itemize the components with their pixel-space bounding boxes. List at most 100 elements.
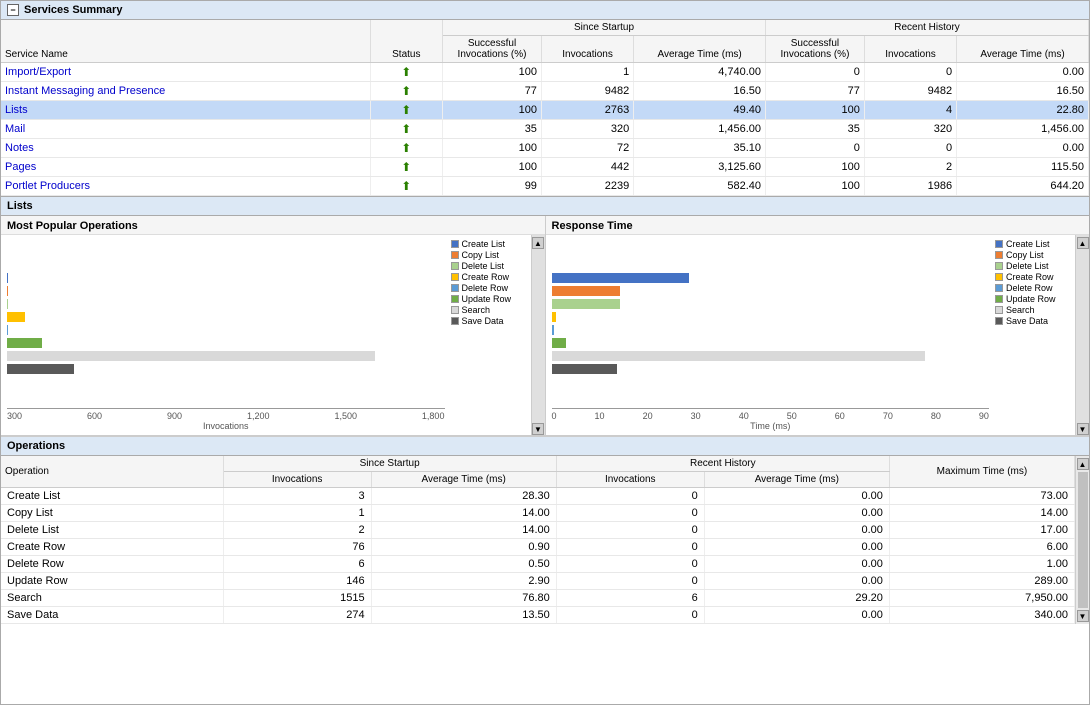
chart-bar-row	[552, 285, 990, 297]
chart-bar-row	[552, 324, 990, 336]
ops-cell: 1.00	[889, 556, 1074, 573]
popular-ops-area: 3006009001,2001,5001,800 Invocations	[5, 239, 447, 431]
ops-cell: 340.00	[889, 607, 1074, 624]
charts-row: Most Popular Operations 3006009001,2001,…	[1, 216, 1089, 436]
legend-color	[451, 251, 459, 259]
ops-cell: 7,950.00	[889, 590, 1074, 607]
service-cell: 100	[443, 101, 542, 120]
service-cell: 77	[443, 82, 542, 101]
ops-cell: 1	[223, 505, 371, 522]
operations-table: Operation Since Startup Recent History M…	[1, 456, 1075, 624]
legend-color	[451, 306, 459, 314]
ops-cell: 0	[556, 607, 704, 624]
chart-bar-row	[552, 272, 990, 284]
legend-label: Copy List	[1006, 250, 1044, 260]
ops-cell: 0	[556, 539, 704, 556]
service-row[interactable]: Import/Export⬆10014,740.00000.00	[1, 63, 1089, 82]
service-link[interactable]: Mail	[5, 123, 25, 135]
service-link[interactable]: Portlet Producers	[5, 180, 90, 192]
response-time-bars	[550, 239, 992, 408]
service-row[interactable]: Instant Messaging and Presence⬆77948216.…	[1, 82, 1089, 101]
scroll-down-btn[interactable]: ▼	[532, 423, 544, 435]
x-tick: 900	[167, 411, 182, 421]
response-time-scrollbar[interactable]: ▲ ▼	[1075, 235, 1089, 435]
ops-cell: 0	[556, 556, 704, 573]
ops-cell: 0	[556, 488, 704, 505]
service-cell: 3,125.60	[634, 158, 766, 177]
ops-cell: 6	[556, 590, 704, 607]
service-row[interactable]: Notes⬆1007235.10000.00	[1, 139, 1089, 158]
x-tick: 30	[691, 411, 701, 421]
ops-scroll-down[interactable]: ▼	[1077, 610, 1089, 622]
ops-cell: 0.00	[704, 539, 889, 556]
chart-bar	[552, 325, 554, 335]
ops-cell: 14.00	[371, 522, 556, 539]
response-time-xlabel: Time (ms)	[550, 421, 992, 431]
popular-ops-scrollbar[interactable]: ▲ ▼	[531, 235, 545, 435]
legend-item: Create List	[451, 239, 527, 249]
legend-item: Search	[995, 305, 1071, 315]
service-cell: 0	[766, 63, 865, 82]
legend-color	[995, 284, 1003, 292]
service-cell: 0.00	[957, 63, 1089, 82]
chart-bar	[552, 364, 618, 374]
service-link[interactable]: Notes	[5, 142, 34, 154]
chart-bar-row	[7, 298, 445, 310]
operations-table-wrapper[interactable]: Operation Since Startup Recent History M…	[1, 456, 1075, 624]
ops-cell: 14.00	[889, 505, 1074, 522]
service-cell: 72	[541, 139, 633, 158]
legend-label: Create List	[1006, 239, 1050, 249]
response-time-area: 0102030405060708090 Time (ms)	[550, 239, 992, 431]
response-time-legend: Create ListCopy ListDelete ListCreate Ro…	[991, 239, 1071, 431]
service-row[interactable]: Lists⬆100276349.40100422.80	[1, 101, 1089, 120]
legend-label: Create Row	[462, 272, 510, 282]
lists-section-header: Lists	[1, 197, 1089, 216]
ops-cell: 0	[556, 573, 704, 590]
services-summary-header: − Services Summary	[1, 1, 1089, 20]
legend-label: Delete List	[1006, 261, 1049, 271]
service-cell: 100	[766, 158, 865, 177]
resp-scroll-up-btn[interactable]: ▲	[1077, 237, 1089, 249]
ops-row: Delete List214.0000.0017.00	[1, 522, 1075, 539]
service-link[interactable]: Import/Export	[5, 66, 71, 78]
chart-bar-row	[7, 272, 445, 284]
legend-color	[995, 251, 1003, 259]
operations-header: Operations	[1, 437, 1089, 456]
ops-col-max-time: Maximum Time (ms)	[889, 456, 1074, 488]
service-cell: 100	[766, 101, 865, 120]
service-row[interactable]: Pages⬆1004423,125.601002115.50	[1, 158, 1089, 177]
service-link[interactable]: Lists	[5, 104, 28, 116]
legend-color	[451, 262, 459, 270]
service-status: ⬆	[370, 101, 443, 120]
chart-bar	[552, 351, 925, 361]
legend-color	[995, 306, 1003, 314]
legend-item: Delete Row	[451, 283, 527, 293]
ops-cell: 14.00	[371, 505, 556, 522]
service-row[interactable]: Mail⬆353201,456.00353201,456.00	[1, 120, 1089, 139]
legend-color	[451, 295, 459, 303]
collapse-icon[interactable]: −	[7, 4, 19, 16]
legend-item: Search	[451, 305, 527, 315]
ops-col-recent-history: Recent History	[556, 456, 889, 472]
service-link[interactable]: Pages	[5, 161, 36, 173]
service-cell: 16.50	[634, 82, 766, 101]
legend-item: Create Row	[995, 272, 1071, 282]
ops-cell: 29.20	[704, 590, 889, 607]
x-tick: 60	[835, 411, 845, 421]
service-cell: 22.80	[957, 101, 1089, 120]
ops-scrollbar[interactable]: ▲ ▼	[1075, 456, 1089, 624]
service-row[interactable]: Portlet Producers⬆992239582.401001986644…	[1, 177, 1089, 196]
ops-scroll-up[interactable]: ▲	[1077, 458, 1089, 470]
ops-row: Search151576.80629.207,950.00	[1, 590, 1075, 607]
ops-cell: Search	[1, 590, 223, 607]
chart-bar-row	[552, 363, 990, 375]
scroll-up-btn[interactable]: ▲	[532, 237, 544, 249]
legend-color	[995, 240, 1003, 248]
ops-cell: 0	[556, 522, 704, 539]
resp-scroll-down-btn[interactable]: ▼	[1077, 423, 1089, 435]
service-status: ⬆	[370, 82, 443, 101]
legend-item: Update Row	[995, 294, 1071, 304]
legend-label: Save Data	[462, 316, 504, 326]
service-link[interactable]: Instant Messaging and Presence	[5, 85, 165, 97]
x-tick: 20	[643, 411, 653, 421]
